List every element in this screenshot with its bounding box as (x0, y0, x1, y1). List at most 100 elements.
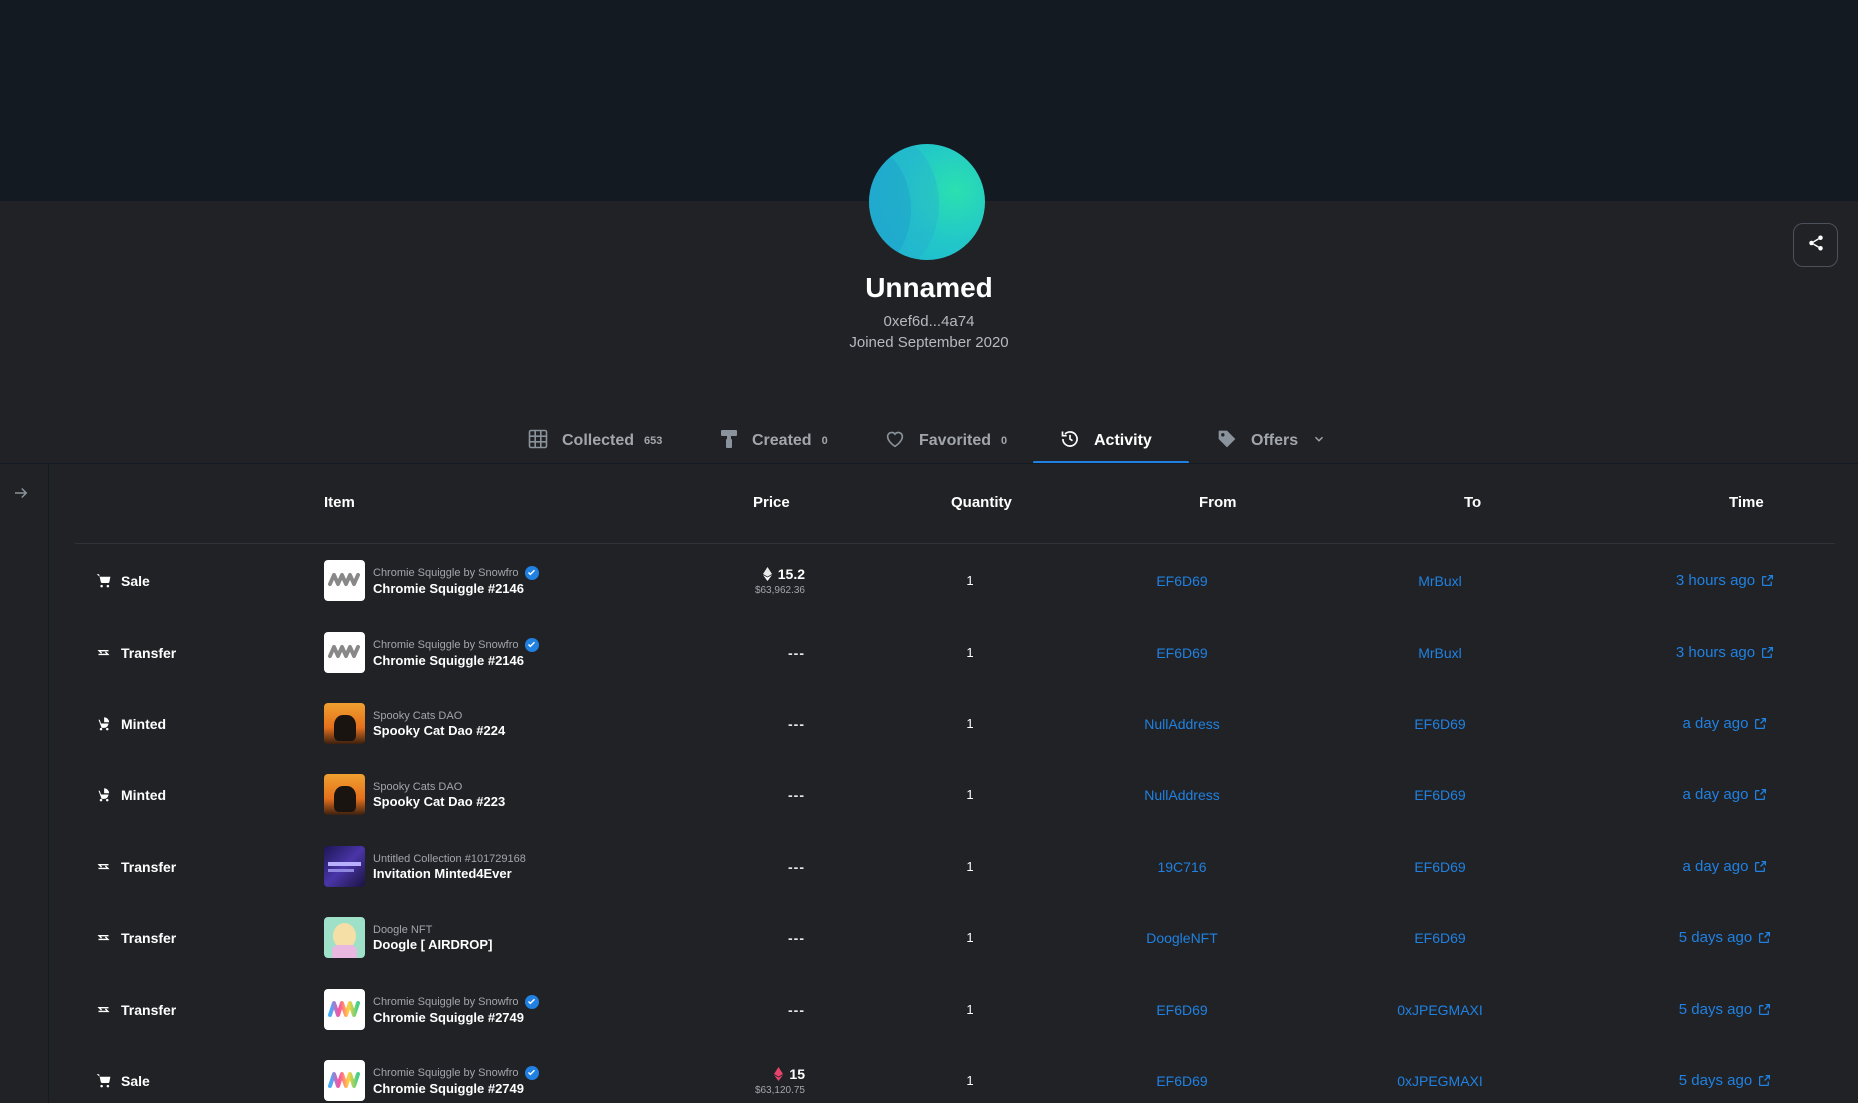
item-cell[interactable]: Spooky Cats DAO Spooky Cat Dao #223 (324, 759, 505, 830)
item-cell[interactable]: Spooky Cats DAO Spooky Cat Dao #224 (324, 688, 505, 759)
item-thumbnail[interactable] (324, 917, 365, 958)
stroller-icon (95, 716, 111, 732)
event-label: Transfer (121, 644, 177, 661)
item-cell[interactable]: Doogle NFT Doogle [ AIRDROP] (324, 902, 492, 973)
tab-offers[interactable]: Offers (1217, 418, 1326, 464)
item-name[interactable]: Doogle [ AIRDROP] (373, 937, 492, 952)
price-cell: 15 $63,120.75 (665, 1045, 805, 1103)
price-empty: --- (788, 929, 805, 946)
price-amount: 15.2 (777, 565, 805, 582)
to-link[interactable]: 0xJPEGMAXI (1355, 1045, 1525, 1103)
item-thumbnail[interactable] (324, 1060, 365, 1101)
time-link[interactable]: 5 days ago (1635, 902, 1815, 973)
tab-count: 0 (1001, 435, 1008, 447)
share-button[interactable] (1793, 223, 1838, 267)
to-link[interactable]: MrBuxl (1355, 617, 1525, 688)
tab-label: Favorited (919, 432, 992, 449)
table-row[interactable]: Transfer Chromie Squiggle by Snowfro Chrom… (75, 617, 1835, 688)
item-name[interactable]: Invitation Minted4Ever (373, 866, 526, 881)
to-link[interactable]: EF6D69 (1355, 831, 1525, 902)
tab-favorited[interactable]: Favorited 0 (885, 418, 1007, 464)
to-link[interactable]: MrBuxl (1355, 545, 1525, 616)
time-link[interactable]: 3 hours ago (1635, 617, 1815, 688)
to-link[interactable]: 0xJPEGMAXI (1355, 974, 1525, 1045)
stroller-icon (95, 787, 111, 803)
table-row[interactable]: Minted Spooky Cats DAO Spooky Cat Dao #224… (75, 688, 1835, 759)
item-name[interactable]: Chromie Squiggle #2146 (373, 581, 539, 596)
item-cell[interactable]: Chromie Squiggle by Snowfro Chromie Squig… (324, 617, 539, 688)
quantity: 1 (966, 1073, 974, 1088)
collection-name[interactable]: Chromie Squiggle by Snowfro (373, 567, 519, 579)
to-link[interactable]: EF6D69 (1355, 902, 1525, 973)
table-row[interactable]: Transfer Untitled Collection #101729168 In… (75, 831, 1835, 902)
collection-name[interactable]: Chromie Squiggle by Snowfro (373, 639, 519, 651)
from-link[interactable]: EF6D69 (1097, 1045, 1267, 1103)
time-link[interactable]: 5 days ago (1635, 974, 1815, 1045)
item-cell[interactable]: Chromie Squiggle by Snowfro Chromie Squig… (324, 974, 539, 1045)
event-type: Minted (95, 688, 166, 759)
event-label: Minted (121, 715, 167, 732)
event-type: Transfer (95, 831, 176, 902)
collection-name[interactable]: Untitled Collection #101729168 (373, 853, 526, 865)
time-label: 5 days ago (1678, 929, 1753, 946)
price-usd: $63,962.36 (754, 584, 805, 596)
collection-name[interactable]: Chromie Squiggle by Snowfro (373, 996, 519, 1008)
activity-table-header: Item Price Quantity From To Time (75, 494, 1835, 544)
from-link[interactable]: NullAddress (1097, 759, 1267, 830)
item-thumbnail[interactable] (324, 560, 365, 601)
item-thumbnail[interactable] (324, 703, 365, 744)
tab-created[interactable]: Created 0 (720, 418, 828, 464)
table-row[interactable]: Transfer Chromie Squiggle by Snowfro Chrom… (75, 974, 1835, 1045)
collection-name[interactable]: Spooky Cats DAO (373, 710, 462, 722)
from-link[interactable]: EF6D69 (1097, 974, 1267, 1045)
paintbrush-icon (720, 429, 738, 454)
to-link[interactable]: EF6D69 (1355, 759, 1525, 830)
column-header-quantity: Quantity (951, 494, 1012, 511)
item-thumbnail[interactable] (324, 989, 365, 1030)
time-link[interactable]: a day ago (1635, 831, 1815, 902)
weth-icon (774, 1066, 784, 1081)
table-row[interactable]: Sale Chromie Squiggle by Snowfro Chromie S… (75, 1045, 1835, 1103)
verified-badge-icon (524, 565, 539, 580)
time-link[interactable]: a day ago (1635, 759, 1815, 830)
item-name[interactable]: Spooky Cat Dao #224 (373, 723, 505, 738)
item-thumbnail[interactable] (324, 774, 365, 815)
item-cell[interactable]: Chromie Squiggle by Snowfro Chromie Squig… (324, 545, 539, 616)
collection-name[interactable]: Doogle NFT (373, 924, 432, 936)
time-link[interactable]: a day ago (1635, 688, 1815, 759)
table-row[interactable]: Sale Chromie Squiggle by Snowfro Chromie S… (75, 545, 1835, 616)
item-thumbnail[interactable] (324, 632, 365, 673)
price-empty: --- (788, 858, 805, 875)
item-thumbnail[interactable] (324, 846, 365, 887)
to-link[interactable]: EF6D69 (1355, 688, 1525, 759)
item-name[interactable]: Spooky Cat Dao #223 (373, 794, 505, 809)
time-link[interactable]: 3 hours ago (1635, 545, 1815, 616)
history-icon (1060, 429, 1080, 454)
event-type: Minted (95, 759, 166, 830)
item-name[interactable]: Chromie Squiggle #2749 (373, 1081, 539, 1096)
collection-name[interactable]: Chromie Squiggle by Snowfro (373, 1067, 519, 1079)
item-name[interactable]: Chromie Squiggle #2146 (373, 653, 539, 668)
quantity: 1 (966, 1002, 974, 1017)
profile-address[interactable]: 0xef6d...4a74 (0, 313, 1858, 330)
table-row[interactable]: Minted Spooky Cats DAO Spooky Cat Dao #223… (75, 759, 1835, 830)
from-link[interactable]: EF6D69 (1097, 617, 1267, 688)
from-link[interactable]: EF6D69 (1097, 545, 1267, 616)
item-name[interactable]: Chromie Squiggle #2749 (373, 1010, 539, 1025)
time-link[interactable]: 5 days ago (1635, 1045, 1815, 1103)
expand-filters-button[interactable] (10, 484, 32, 506)
item-cell[interactable]: Untitled Collection #101729168 Invitation… (324, 831, 526, 902)
tab-activity[interactable]: Activity (1060, 418, 1152, 464)
arrow-right-icon (12, 484, 30, 507)
tab-collected[interactable]: Collected 653 (528, 418, 662, 464)
from-link[interactable]: DoogleNFT (1097, 902, 1267, 973)
event-label: Minted (121, 786, 167, 803)
from-link[interactable]: NullAddress (1097, 688, 1267, 759)
item-cell[interactable]: Chromie Squiggle by Snowfro Chromie Squig… (324, 1045, 539, 1103)
collection-name[interactable]: Spooky Cats DAO (373, 781, 462, 793)
table-row[interactable]: Transfer Doogle NFT Doogle [ AIRDROP] --- 1 D… (75, 902, 1835, 973)
tab-count: 0 (821, 435, 828, 447)
price-cell: 15.2 $63,962.36 (665, 545, 805, 616)
from-link[interactable]: 19C716 (1097, 831, 1267, 902)
profile-avatar (869, 144, 985, 260)
